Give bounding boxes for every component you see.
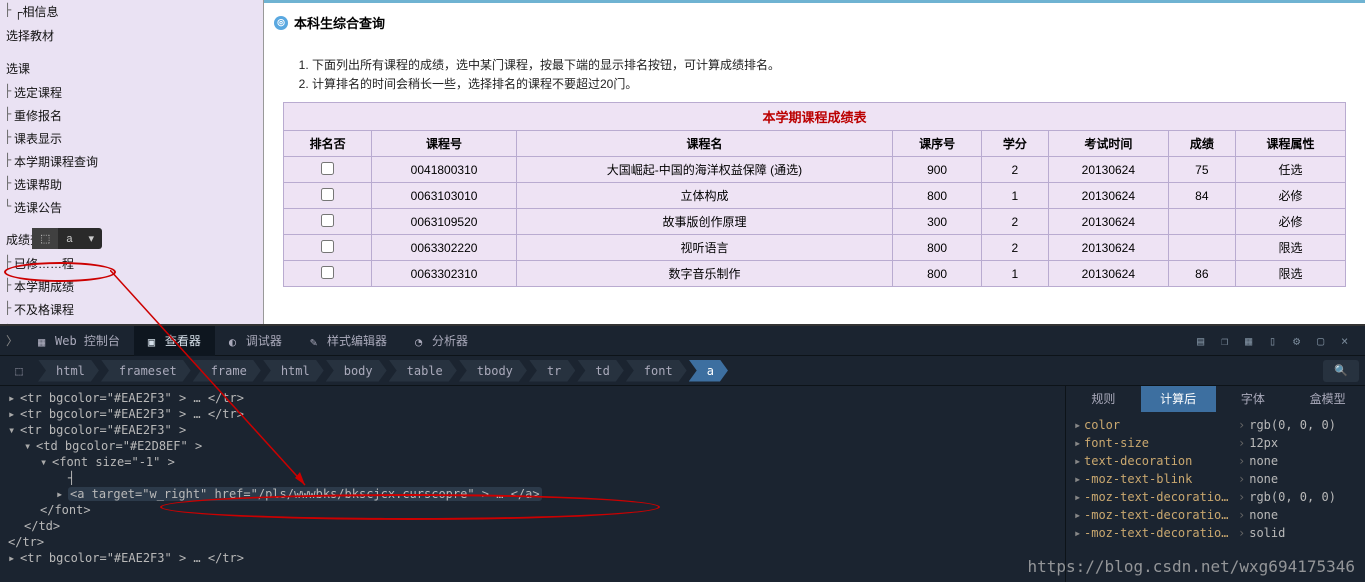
- toolbox-options-icon[interactable]: ⚙: [1293, 334, 1307, 348]
- sidebar-item-semester-grades[interactable]: 本学期成绩: [0, 275, 263, 298]
- table-title: 本学期课程成绩表: [283, 103, 1345, 131]
- back-icon[interactable]: 〉: [0, 332, 24, 349]
- col-examtime: 考试时间: [1048, 131, 1168, 157]
- computed-property[interactable]: ▸color›rgb(0, 0, 0): [1074, 416, 1357, 434]
- style-icon: ✎: [310, 335, 322, 347]
- instruction-1: 下面列出所有课程的成绩，选中某门课程，按最下端的显示排名按钮，可计算成绩排名。: [312, 56, 1317, 73]
- dom-tree[interactable]: ▸<tr bgcolor="#EAE2F3" > … </tr> ▸<tr bg…: [0, 386, 1065, 582]
- devtools-panel: 〉 ▦Web 控制台 ▣查看器 ◐调试器 ✎样式编辑器 ◔分析器 ▤ ❐ ▦ ▯…: [0, 326, 1365, 582]
- tab-console[interactable]: ▦Web 控制台: [24, 326, 134, 356]
- computed-property[interactable]: ▸font-size›12px: [1074, 434, 1357, 452]
- crumb-frame-2[interactable]: frame: [193, 360, 261, 382]
- computed-property[interactable]: ▸-moz-text-decoration-c…›rgb(0, 0, 0): [1074, 488, 1357, 506]
- inspector-icon: ▣: [148, 335, 160, 347]
- crumb-html-0[interactable]: html: [38, 360, 99, 382]
- instructions-list: 下面列出所有课程的成绩，选中某门课程，按最下端的显示排名按钮，可计算成绩排名。 …: [312, 56, 1317, 92]
- crumb-a-10[interactable]: a: [689, 360, 728, 382]
- table-row: 0063302310 数字音乐制作 800 1 20130624 86 限选: [283, 261, 1345, 287]
- col-seq: 课序号: [893, 131, 982, 157]
- sidebar-item-semester-courses[interactable]: 本学期课程查询: [0, 150, 263, 173]
- rank-checkbox[interactable]: [321, 266, 334, 279]
- table-row: 0041800310 大国崛起-中国的海洋权益保障 (通选) 900 2 201…: [283, 157, 1345, 183]
- element-picker-overlay[interactable]: ⬚ a ▾: [32, 228, 102, 249]
- toolbox-3d-icon[interactable]: ❐: [1221, 334, 1235, 348]
- rank-checkbox[interactable]: [321, 188, 334, 201]
- computed-property[interactable]: ▸text-decoration›none: [1074, 452, 1357, 470]
- computed-property[interactable]: ▸-moz-text-decoration-s…›solid: [1074, 524, 1357, 542]
- col-rank: 排名否: [283, 131, 372, 157]
- sidebar-item-enroll-notice[interactable]: 选课公告: [0, 196, 263, 219]
- toolbox-paint-icon[interactable]: ▤: [1197, 334, 1211, 348]
- toolbox-close-icon[interactable]: ×: [1341, 334, 1355, 348]
- sidebar-item-completed[interactable]: 已修……程: [0, 252, 263, 275]
- profiler-icon: ◔: [415, 335, 427, 347]
- sidebar-item-retake[interactable]: 重修报名: [0, 104, 263, 127]
- toolbox-dock-icon[interactable]: ▢: [1317, 334, 1331, 348]
- toolbox-responsive-icon[interactable]: ▯: [1269, 334, 1283, 348]
- rank-checkbox[interactable]: [321, 214, 334, 227]
- chevron-down-icon[interactable]: ▾: [81, 228, 103, 249]
- search-icon[interactable]: 🔍: [1323, 360, 1359, 382]
- debugger-icon: ◐: [229, 335, 241, 347]
- table-row: 0063109520 故事版创作原理 300 2 20130624 必修: [283, 209, 1345, 235]
- sidebar-item-grades-help[interactable]: 成绩查询帮助: [0, 321, 263, 324]
- crumb-tr-7[interactable]: tr: [529, 360, 575, 382]
- crumb-table-5[interactable]: table: [389, 360, 457, 382]
- rank-checkbox[interactable]: [321, 162, 334, 175]
- pick-icon[interactable]: ⬚: [32, 228, 58, 249]
- crumb-td-8[interactable]: td: [577, 360, 623, 382]
- tab-style-editor[interactable]: ✎样式编辑器: [296, 326, 401, 356]
- sidebar-section-textbook[interactable]: 选择教材: [0, 23, 263, 48]
- sidebar-item-enroll-help[interactable]: 选课帮助: [0, 173, 263, 196]
- col-attr: 课程属性: [1235, 131, 1345, 157]
- tab-profiler[interactable]: ◔分析器: [401, 326, 482, 356]
- table-row: 0063103010 立体构成 800 1 20130624 84 必修: [283, 183, 1345, 209]
- rank-checkbox[interactable]: [321, 240, 334, 253]
- crumb-font-9[interactable]: font: [626, 360, 687, 382]
- sidebar-item-selected-courses[interactable]: 选定课程: [0, 81, 263, 104]
- table-row: 0063302220 视听语言 800 2 20130624 限选: [283, 235, 1345, 261]
- instruction-2: 计算排名的时间会稍长一些，选择排名的课程不要超过20门。: [312, 75, 1317, 92]
- col-grade: 成绩: [1168, 131, 1235, 157]
- tab-debugger[interactable]: ◐调试器: [215, 326, 296, 356]
- selected-dom-node[interactable]: <a target="w_right" href="/pls/wwwbks/bk…: [68, 487, 542, 501]
- sidebar-item-top[interactable]: ┌相信息: [0, 0, 263, 23]
- main-content: ◎ 本科生综合查询 下面列出所有课程的成绩，选中某门课程，按最下端的显示排名按钮…: [264, 0, 1365, 324]
- query-icon: ◎: [274, 16, 288, 30]
- crumb-tbody-6[interactable]: tbody: [459, 360, 527, 382]
- sidebar-section-enroll[interactable]: 选课: [0, 56, 263, 81]
- crumb-frameset-1[interactable]: frameset: [101, 360, 191, 382]
- page-title: 本科生综合查询: [294, 13, 385, 32]
- element-picker-icon[interactable]: ⬚: [0, 364, 38, 378]
- toolbox-scratchpad-icon[interactable]: ▦: [1245, 334, 1259, 348]
- picked-tag-label: a: [58, 228, 80, 249]
- computed-property[interactable]: ▸-moz-text-blink›none: [1074, 470, 1357, 488]
- crumb-html-3[interactable]: html: [263, 360, 324, 382]
- col-credit: 学分: [981, 131, 1048, 157]
- col-courseno: 课程号: [372, 131, 516, 157]
- devtools-tabs: 〉 ▦Web 控制台 ▣查看器 ◐调试器 ✎样式编辑器 ◔分析器 ▤ ❐ ▦ ▯…: [0, 326, 1365, 356]
- tab-inspector[interactable]: ▣查看器: [134, 326, 215, 356]
- computed-property[interactable]: ▸-moz-text-decoration-l…›none: [1074, 506, 1357, 524]
- styles-tab-fonts[interactable]: 字体: [1216, 386, 1291, 412]
- col-coursename: 课程名: [516, 131, 893, 157]
- console-icon: ▦: [38, 335, 50, 347]
- crumb-body-4[interactable]: body: [326, 360, 387, 382]
- styles-tab-computed[interactable]: 计算后: [1141, 386, 1216, 412]
- grades-table: 本学期课程成绩表 排名否 课程号 课程名 课序号 学分 考试时间 成绩 课程属性…: [283, 102, 1346, 287]
- sidebar-item-failed[interactable]: 不及格课程: [0, 298, 263, 321]
- styles-pane: 规则 计算后 字体 盒模型 ▸color›rgb(0, 0, 0)▸font-s…: [1065, 386, 1365, 582]
- sidebar-item-schedule[interactable]: 课表显示: [0, 127, 263, 150]
- styles-tab-boxmodel[interactable]: 盒模型: [1290, 386, 1365, 412]
- sidebar: ┌相信息 选择教材 选课 选定课程 重修报名 课表显示 本学期课程查询 选课帮助…: [0, 0, 264, 324]
- breadcrumb: ⬚ htmlframesetframehtmlbodytabletbodytrt…: [0, 356, 1365, 386]
- styles-tab-rules[interactable]: 规则: [1066, 386, 1141, 412]
